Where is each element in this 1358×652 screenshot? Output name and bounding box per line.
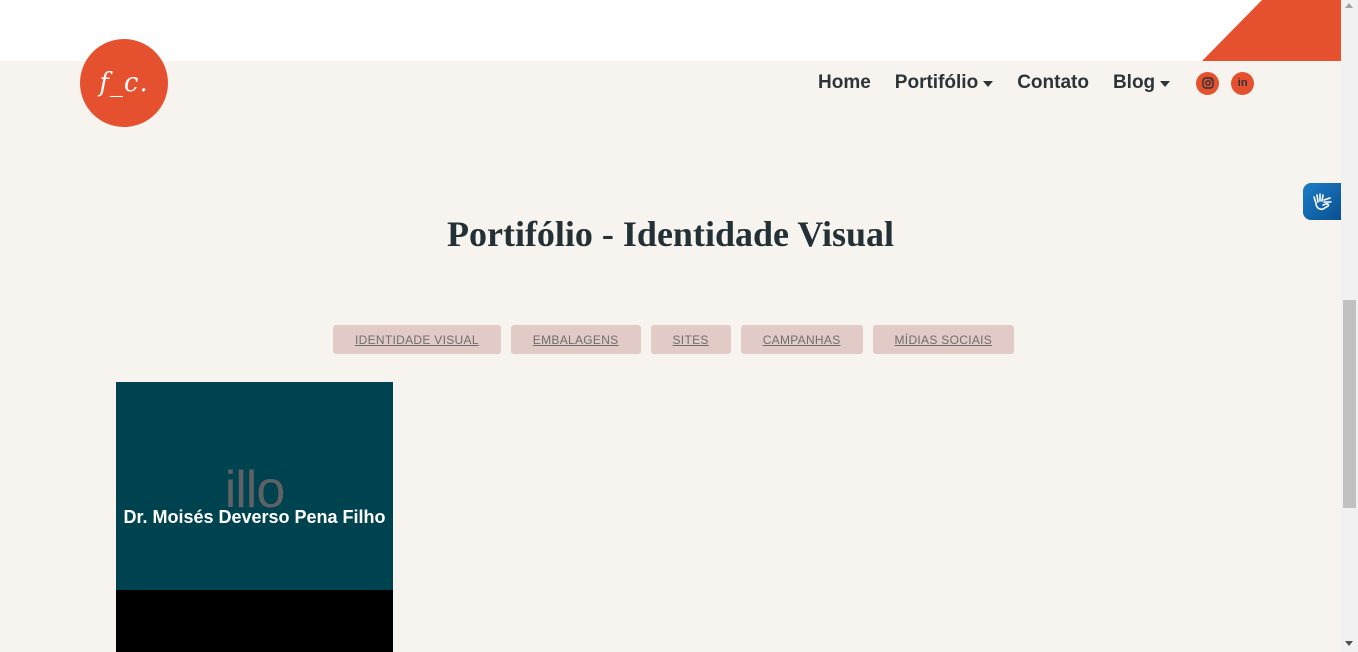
portfolio-filters: IDENTIDADE VISUAL EMBALAGENS SITES CAMPA… bbox=[333, 325, 1015, 354]
caret-down-icon bbox=[1160, 81, 1171, 87]
portfolio-card-title: Dr. Moisés Deverso Pena Filho bbox=[123, 507, 386, 527]
linkedin-icon: in bbox=[1237, 77, 1248, 89]
site-logo[interactable]: f_c. bbox=[80, 39, 168, 127]
portfolio-card-image: illo Dr. Moisés Deverso Pena Filho bbox=[116, 382, 393, 590]
instagram-icon bbox=[1201, 77, 1214, 89]
portfolio-card[interactable]: illo Dr. Moisés Deverso Pena Filho bbox=[116, 382, 393, 652]
instagram-link[interactable] bbox=[1196, 71, 1220, 95]
nav-home-label: Home bbox=[818, 72, 871, 93]
nav-portfolio-label: Portifólio bbox=[894, 72, 979, 93]
scroll-down-arrow-icon[interactable] bbox=[1345, 641, 1353, 646]
header-top-band bbox=[0, 0, 1341, 61]
nav-contato-label: Contato bbox=[1017, 72, 1089, 93]
linkedin-link[interactable]: in bbox=[1231, 71, 1255, 95]
scrollbar-thumb[interactable] bbox=[1343, 300, 1356, 508]
nav-home[interactable]: Home bbox=[818, 72, 871, 94]
scroll-up-arrow-icon[interactable] bbox=[1345, 3, 1353, 8]
filter-embalagens[interactable]: EMBALAGENS bbox=[510, 325, 641, 354]
nav-portfolio[interactable]: Portifólio bbox=[894, 72, 994, 94]
main-nav: Home Portifólio Contato Blog in bbox=[818, 70, 1255, 96]
caret-down-icon bbox=[983, 81, 994, 87]
sign-language-icon bbox=[1313, 192, 1332, 210]
nav-blog[interactable]: Blog bbox=[1112, 72, 1171, 94]
page-title: Portifólio - Identidade Visual bbox=[446, 214, 895, 254]
filter-campanhas[interactable]: CAMPANHAS bbox=[740, 325, 863, 354]
filter-midias-sociais[interactable]: MÍDIAS SOCIAIS bbox=[872, 325, 1015, 354]
nav-blog-label: Blog bbox=[1112, 72, 1156, 93]
portfolio-card-footer bbox=[116, 590, 393, 652]
filter-sites[interactable]: SITES bbox=[650, 325, 731, 354]
filter-identidade-visual[interactable]: IDENTIDADE VISUAL bbox=[333, 325, 501, 354]
nav-contato[interactable]: Contato bbox=[1017, 72, 1089, 94]
